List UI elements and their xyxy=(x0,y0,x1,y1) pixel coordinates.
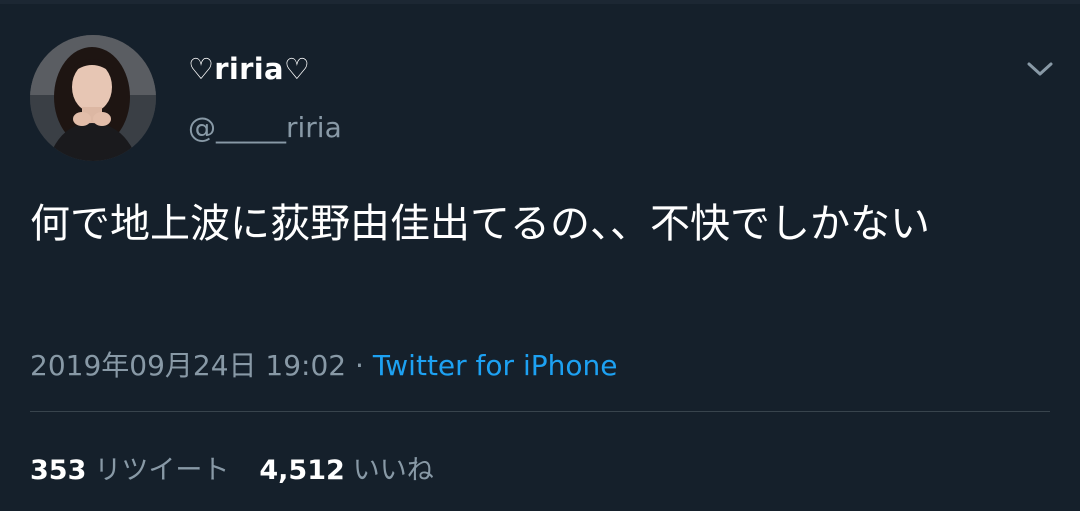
likes-label: いいね xyxy=(352,455,434,486)
avatar[interactable] xyxy=(30,35,156,161)
retweets-count: 353 xyxy=(30,455,87,486)
divider xyxy=(30,411,1050,412)
retweets-label: リツイート xyxy=(94,455,230,486)
engagement-stats: 353 リツイート 4,512 いいね xyxy=(30,448,434,487)
retweets-stat[interactable]: 353 リツイート xyxy=(30,455,229,486)
likes-count: 4,512 xyxy=(259,455,345,486)
avatar-image xyxy=(30,35,156,161)
tweet-meta: 2019年09月24日 19:02 · Twitter for iPhone xyxy=(30,344,617,384)
tweet-text: 何で地上波に荻野由佳出てるの、、不快でしかない xyxy=(30,201,930,247)
user-handle[interactable]: @_____riria xyxy=(188,111,342,144)
display-name[interactable]: ♡riria♡ xyxy=(188,52,310,86)
meta-separator: · xyxy=(346,349,373,382)
likes-stat[interactable]: 4,512 いいね xyxy=(259,455,433,486)
tweet-timestamp: 2019年09月24日 19:02 xyxy=(30,349,347,382)
chevron-down-icon[interactable] xyxy=(1024,56,1056,82)
top-strip xyxy=(0,0,1080,4)
tweet-source-link[interactable]: Twitter for iPhone xyxy=(373,349,618,382)
